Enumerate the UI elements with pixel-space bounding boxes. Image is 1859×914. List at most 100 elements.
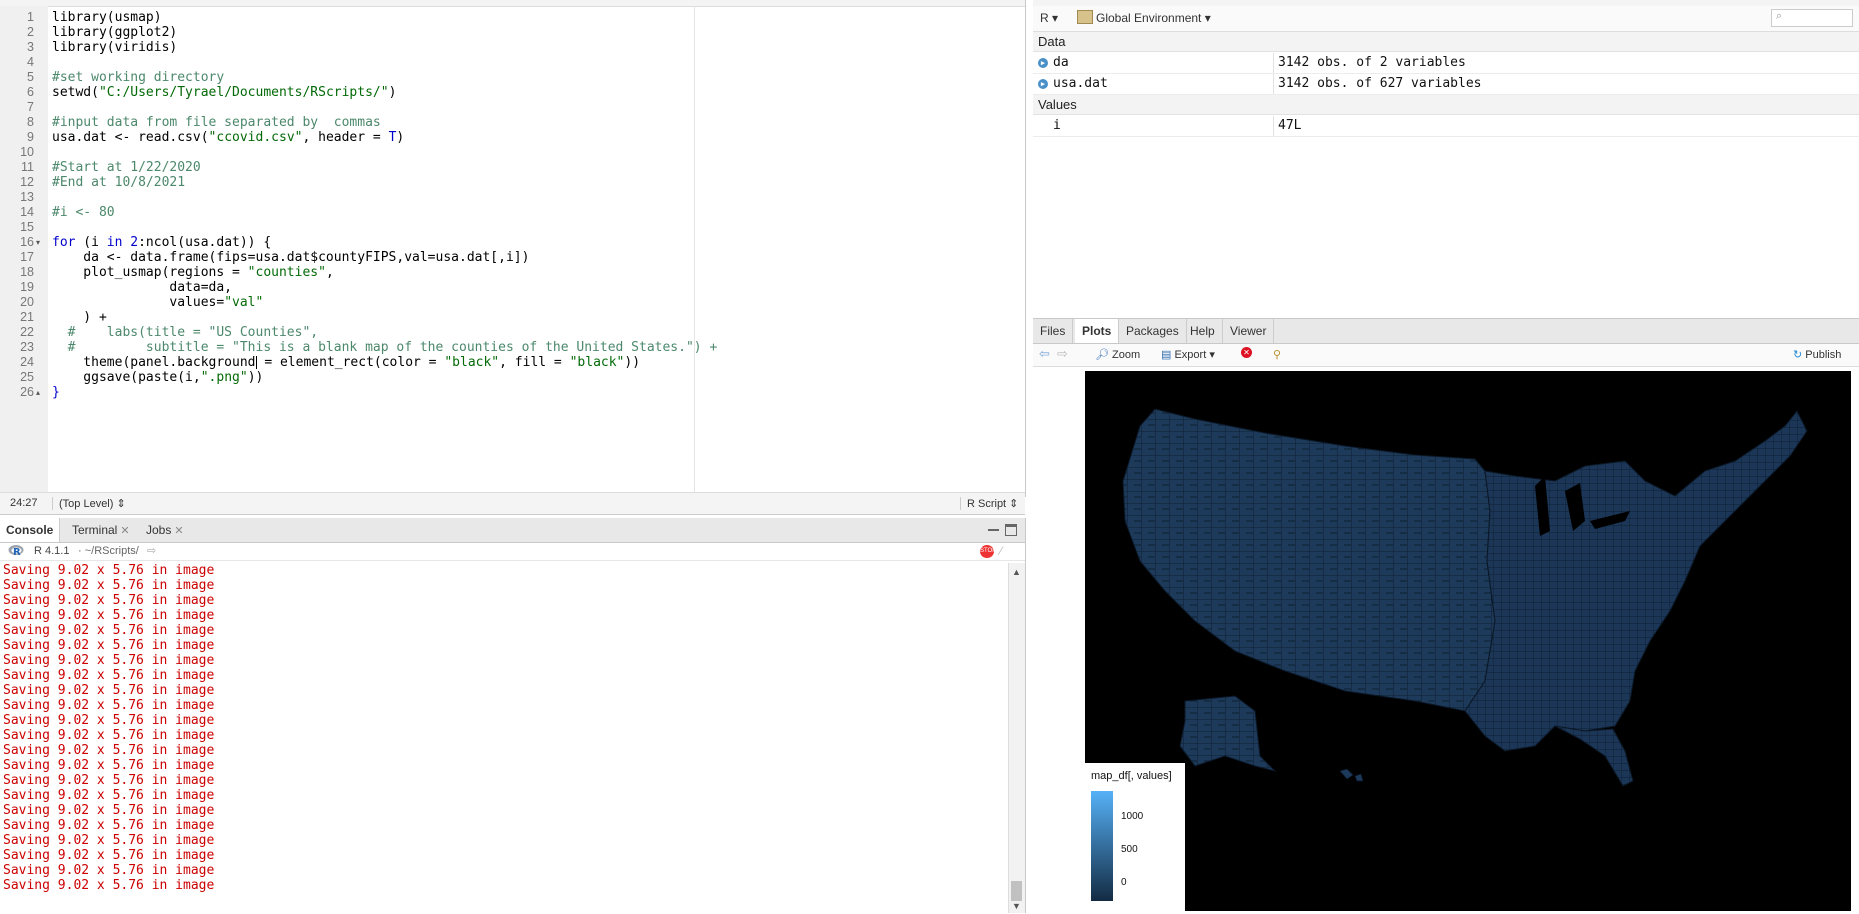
- code-line[interactable]: setwd("C:/Users/Tyrael/Documents/RScript…: [52, 85, 396, 100]
- tab-help[interactable]: Help: [1183, 319, 1223, 343]
- code-token: #input data from file separated by comma…: [52, 115, 381, 130]
- console-tabs: Console Terminal ✕ Jobs ✕: [0, 518, 1025, 543]
- export-button[interactable]: ▤ Export ▾: [1161, 348, 1215, 361]
- map-alaska: [1179, 695, 1277, 772]
- clear-console-icon[interactable]: ⁄: [1000, 544, 1002, 558]
- search-icon: ⌕: [1776, 10, 1783, 22]
- console-output-line: Saving 9.02 x 5.76 in image: [3, 593, 215, 608]
- zoom-button[interactable]: 🔎︎ Zoom: [1095, 348, 1140, 361]
- code-line[interactable]: for (i in 2:ncol(usa.dat)) {: [52, 235, 271, 250]
- code-token: values=: [52, 295, 225, 310]
- scroll-down-icon[interactable]: ▼: [1012, 901, 1021, 911]
- code-line[interactable]: library(ggplot2): [52, 25, 177, 40]
- code-line[interactable]: values="val": [52, 295, 263, 310]
- code-line[interactable]: #End at 10/8/2021: [52, 175, 185, 190]
- line-number: 14: [20, 205, 34, 219]
- working-directory[interactable]: · ~/RScripts/: [78, 545, 139, 557]
- fold-toggle-icon[interactable]: ▴: [36, 388, 40, 397]
- tab-terminal[interactable]: Terminal ✕: [66, 518, 136, 542]
- forward-arrow-icon[interactable]: ⇨: [1057, 346, 1068, 362]
- env-row-value: 3142 obs. of 627 variables: [1273, 74, 1482, 94]
- line-number: 4: [27, 55, 34, 69]
- clear-plots-icon[interactable]: ⚲: [1273, 348, 1281, 361]
- code-line[interactable]: # subtitle = "This is a blank map of the…: [52, 340, 718, 355]
- tab-console[interactable]: Console: [0, 518, 61, 542]
- code-line[interactable]: # labs(title = "US Counties",: [52, 325, 318, 340]
- code-line[interactable]: theme(panel.background = element_rect(co…: [52, 355, 640, 370]
- scroll-up-icon[interactable]: ▲: [1012, 567, 1021, 577]
- code-token: # subtitle = "This is a blank map of the…: [52, 340, 718, 355]
- code-token: :ncol(usa.dat)) {: [138, 235, 272, 250]
- scope-selector[interactable]: (Top Level) ⇕: [52, 497, 126, 510]
- stop-icon[interactable]: STOP: [980, 545, 996, 558]
- line-number: 6: [27, 85, 34, 99]
- code-line[interactable]: }: [52, 385, 60, 400]
- console-output[interactable]: Saving 9.02 x 5.76 in image Saving 9.02 x…: [0, 563, 1005, 913]
- code-line[interactable]: da <- data.frame(fips=usa.dat$countyFIPS…: [52, 250, 529, 265]
- code-line[interactable]: data=da,: [52, 280, 232, 295]
- console-output-line: Saving 9.02 x 5.76 in image: [3, 563, 215, 578]
- tab-packages[interactable]: Packages: [1119, 319, 1187, 343]
- fold-toggle-icon[interactable]: ▾: [36, 238, 40, 247]
- line-number: 13: [20, 190, 34, 204]
- back-arrow-icon[interactable]: ⇦: [1039, 346, 1050, 362]
- code-line[interactable]: #i <- 80: [52, 205, 115, 220]
- line-number: 22: [20, 325, 34, 339]
- tab-viewer[interactable]: Viewer: [1223, 319, 1275, 343]
- code-token: "black": [569, 355, 625, 370]
- console-output-line: Saving 9.02 x 5.76 in image: [3, 758, 215, 773]
- env-row[interactable]: ▶ usa.dat 3142 obs. of 627 variables: [1033, 74, 1859, 95]
- code-token: da <- data.frame(fips=usa.dat$countyFIPS…: [52, 250, 530, 265]
- line-number: 19: [20, 280, 34, 294]
- code-line[interactable]: usa.dat <- read.csv("ccovid.csv", header…: [52, 130, 404, 145]
- console-scrollbar[interactable]: ▲ ▼: [1008, 563, 1025, 913]
- code-line[interactable]: library(viridis): [52, 40, 177, 55]
- code-token: ,: [325, 265, 334, 280]
- scroll-thumb[interactable]: [1011, 881, 1022, 901]
- environment-search-input[interactable]: ⌕: [1771, 9, 1853, 27]
- tab-jobs[interactable]: Jobs ✕: [140, 518, 190, 542]
- tab-plots[interactable]: Plots: [1075, 319, 1120, 343]
- code-area[interactable]: library(usmap) library(ggplot2) library(vi…: [48, 6, 1025, 492]
- expand-icon[interactable]: ▶: [1038, 58, 1048, 68]
- minimize-icon[interactable]: [988, 527, 999, 531]
- code-line[interactable]: #Start at 1/22/2020: [52, 160, 201, 175]
- publish-button[interactable]: ↻ Publish: [1793, 348, 1841, 361]
- code-line[interactable]: library(usmap): [52, 10, 162, 25]
- language-selector[interactable]: R ▾: [1040, 11, 1058, 25]
- console-output-line: Saving 9.02 x 5.76 in image: [3, 803, 215, 818]
- env-row[interactable]: ▶ da 3142 obs. of 2 variables: [1033, 53, 1859, 74]
- line-number: 24: [20, 355, 34, 369]
- code-token: 2: [130, 235, 139, 250]
- close-icon[interactable]: ✕: [174, 525, 183, 537]
- console-output-line: Saving 9.02 x 5.76 in image: [3, 878, 215, 893]
- line-number: 23: [20, 340, 34, 354]
- maximize-icon[interactable]: [1005, 524, 1017, 536]
- code-line[interactable]: ) +: [52, 310, 107, 325]
- environment-selector[interactable]: Global Environment ▾: [1096, 11, 1211, 25]
- code-token: , header =: [302, 130, 389, 145]
- code-line[interactable]: #input data from file separated by comma…: [52, 115, 381, 130]
- code-token: ".png": [200, 370, 248, 385]
- expand-icon[interactable]: ▶: [1038, 79, 1048, 89]
- tab-files[interactable]: Files: [1033, 319, 1074, 343]
- filetype-selector[interactable]: R Script ⇕: [960, 497, 1018, 510]
- env-section-header: Values: [1033, 95, 1859, 115]
- code-line[interactable]: plot_usmap(regions = "counties",: [52, 265, 334, 280]
- env-row[interactable]: i 47L: [1033, 116, 1859, 137]
- code-token: plot_usmap(regions =: [52, 265, 248, 280]
- map-legend: map_df[, values] 1000 500 0: [1085, 763, 1185, 911]
- map-western-states: [1122, 408, 1496, 712]
- close-icon[interactable]: ✕: [120, 525, 129, 537]
- code-line[interactable]: ggsave(paste(i,".png")): [52, 370, 263, 385]
- console-output-line: Saving 9.02 x 5.76 in image: [3, 668, 215, 683]
- remove-plot-icon[interactable]: ✕: [1241, 347, 1252, 358]
- code-token: )): [247, 370, 264, 385]
- goto-dir-icon[interactable]: ⇨: [147, 544, 156, 557]
- code-line[interactable]: #set working directory: [52, 70, 224, 85]
- code-token: (i: [75, 235, 107, 250]
- console-pane: Console Terminal ✕ Jobs ✕ R R 4.1.1 · ~/RS…: [0, 518, 1026, 913]
- r-logo-icon: R: [8, 544, 24, 558]
- environment-icon: [1077, 10, 1093, 24]
- console-output-line: Saving 9.02 x 5.76 in image: [3, 788, 215, 803]
